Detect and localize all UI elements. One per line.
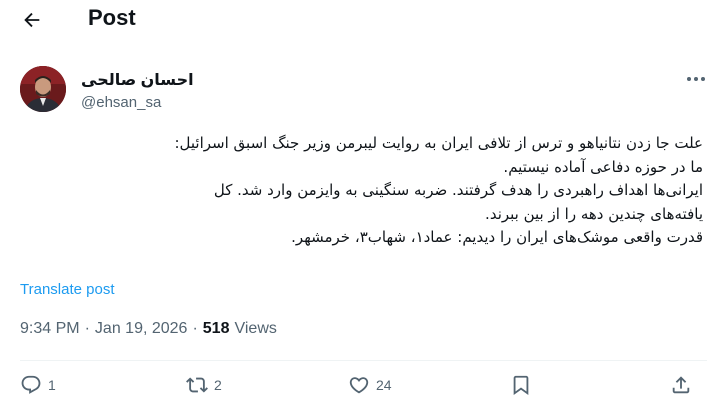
more-options-button[interactable] — [682, 68, 710, 90]
avatar[interactable] — [20, 66, 66, 112]
reply-icon — [21, 375, 41, 394]
post-meta: 9:34 PM · Jan 19, 2026 · 518 Views — [20, 320, 277, 338]
author-handle[interactable]: @ehsan_sa — [81, 94, 161, 111]
action-bar: 1 2 24 — [20, 374, 704, 406]
repost-button[interactable]: 2 — [186, 374, 222, 396]
reply-button[interactable]: 1 — [20, 374, 56, 396]
post-time[interactable]: 9:34 PM — [20, 320, 80, 338]
post-date[interactable]: Jan 19, 2026 — [95, 320, 188, 338]
repost-icon — [186, 377, 208, 393]
bookmark-button[interactable] — [510, 374, 532, 396]
tweet-line: ایرانی‌ها اهداف راهبردی را هدف گرفتند. ض… — [213, 181, 703, 199]
avatar-image — [20, 66, 66, 112]
more-horizontal-icon — [687, 77, 705, 81]
tweet-line: قدرت واقعی موشک‌های ایران را دیدیم: عماد… — [291, 228, 703, 246]
page-title: Post — [88, 5, 136, 30]
back-button[interactable] — [16, 6, 48, 34]
reply-count: 1 — [48, 377, 56, 393]
like-count: 24 — [376, 377, 392, 393]
share-icon — [672, 376, 690, 394]
author-display-name[interactable]: احسان صالحی — [81, 70, 194, 90]
author-row: احسان صالحی @ehsan_sa — [20, 66, 710, 114]
meta-separator: · — [84, 320, 90, 337]
views-count: 518 — [202, 320, 230, 337]
divider — [20, 360, 707, 361]
meta-separator: · — [192, 320, 198, 337]
tweet-line: یافته‌های چندین دهه را از بین ببرند. — [485, 204, 703, 223]
arrow-left-icon — [24, 12, 40, 28]
share-button[interactable] — [670, 374, 692, 396]
views-label: Views — [234, 320, 277, 337]
tweet-line: ما در حوزه دفاعی آماده نیستیم. — [503, 157, 703, 176]
like-button[interactable]: 24 — [348, 374, 392, 396]
top-bar: Post — [0, 0, 723, 40]
bookmark-icon — [513, 375, 529, 396]
tweet-line: علت جا زدن نتانیاهو و ترس از تلافی ایران… — [174, 134, 703, 152]
repost-count: 2 — [214, 377, 222, 393]
translate-post-link[interactable]: Translate post — [20, 281, 115, 298]
heart-icon — [349, 377, 369, 394]
tweet-text: علت جا زدن نتانیاهو و ترس از تلافی ایران… — [13, 132, 703, 250]
